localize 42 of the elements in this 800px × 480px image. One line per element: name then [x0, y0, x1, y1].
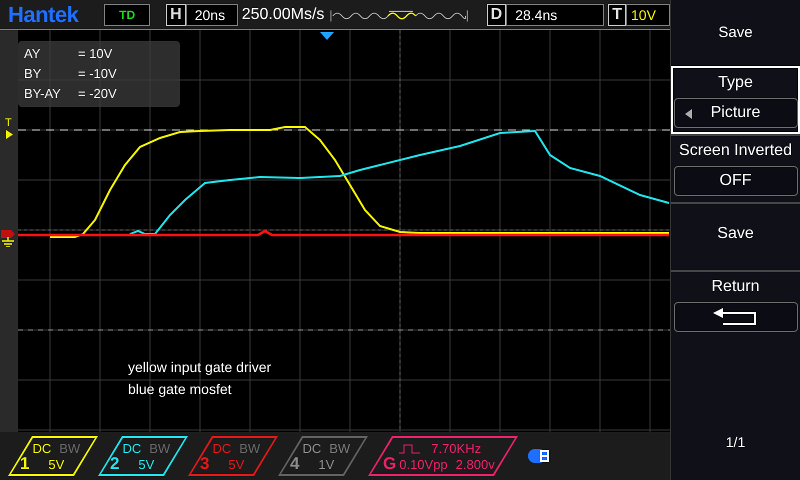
- channel-badge[interactable]: 2 DC BW 5V: [98, 436, 188, 476]
- cursor-value: = 10V: [78, 45, 112, 63]
- trigger-level-marker: T: [5, 117, 12, 129]
- trigger-label: T: [608, 4, 626, 26]
- page-indicator: 1/1: [724, 434, 746, 450]
- generator-badge[interactable]: G 7.70KHz 0.10Vpp 2.800v: [368, 436, 518, 476]
- left-arrow-icon: [684, 109, 692, 119]
- return-button[interactable]: [674, 302, 798, 332]
- trigger-position-icon: [320, 32, 334, 40]
- menu-item[interactable]: Return: [671, 270, 800, 338]
- usb-icon: [528, 448, 550, 464]
- ground-icon: [1, 227, 15, 247]
- menu-item[interactable]: Screen Inverted OFF: [671, 134, 800, 202]
- menu-title: Save: [717, 23, 754, 43]
- channel-badge[interactable]: 1 DC BW 5V: [8, 436, 98, 476]
- menu-option-label: Screen Inverted: [679, 141, 792, 161]
- menu-option-label: Return: [711, 277, 760, 297]
- cursor-label: BY: [24, 65, 42, 83]
- cursor-label: BY-AY: [24, 85, 62, 103]
- menu-item[interactable]: Type Picture: [671, 66, 800, 134]
- cursor-label: AY: [24, 45, 42, 63]
- trigger-level-value: 10V: [626, 4, 670, 26]
- channel-badge[interactable]: 4 DC BW 1V: [278, 436, 368, 476]
- trigger-arrow-icon: [6, 130, 13, 139]
- menu-option-button[interactable]: OFF: [674, 166, 798, 196]
- menu-option-button[interactable]: Picture: [674, 98, 798, 128]
- channel-badge[interactable]: 3 DC BW 5V: [188, 436, 278, 476]
- brand-logo: Hantek: [8, 2, 80, 28]
- delay-value: 28.4ns: [506, 4, 604, 26]
- cursor-value: = -20V: [78, 85, 117, 103]
- menu-option-label: Type: [718, 73, 753, 93]
- menu-item[interactable]: Save: [671, 202, 800, 270]
- annotation-text: blue gate mosfet: [128, 380, 233, 399]
- horizontal-label: H: [166, 4, 186, 26]
- return-arrow-icon: [712, 308, 758, 326]
- cursor-value: = -10V: [78, 65, 117, 83]
- sample-rate: 250.00Ms/s: [242, 6, 324, 24]
- save-button[interactable]: Save: [674, 204, 798, 264]
- mode-indicator: TD: [104, 4, 150, 26]
- delay-label: D: [486, 4, 506, 26]
- timebase-value: 20ns: [186, 4, 238, 26]
- annotation-text: yellow input gate driver: [128, 358, 272, 377]
